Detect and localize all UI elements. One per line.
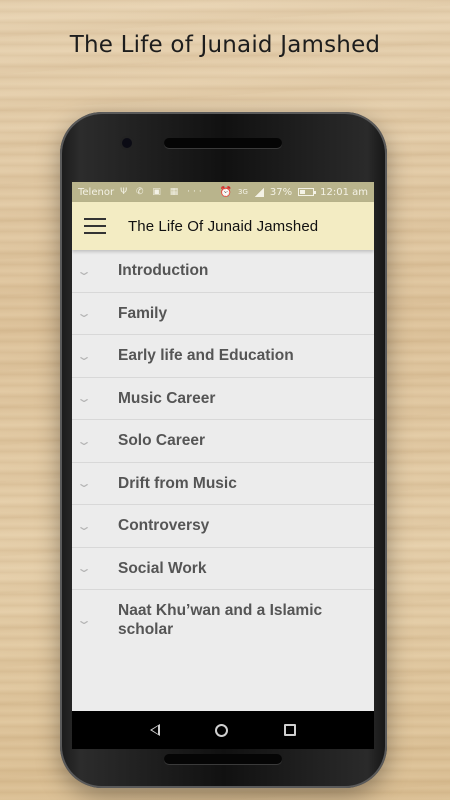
chevron-down-icon: ⌄: [76, 348, 93, 363]
app-toolbar: The Life Of Junaid Jamshed: [72, 202, 374, 250]
chevron-down-icon: ⌄: [76, 613, 93, 627]
earpiece-speaker: [164, 138, 282, 148]
list-item-label: Controversy: [118, 517, 210, 535]
list-item-label: Family: [118, 304, 168, 322]
system-nav-bar: [72, 711, 374, 749]
chevron-down-icon: ⌄: [76, 561, 93, 576]
battery-icon: [298, 188, 317, 196]
back-icon[interactable]: [149, 724, 160, 736]
list-item-solo-career[interactable]: ⌄ Solo Career: [72, 420, 374, 463]
battery-percent: 37%: [269, 186, 293, 198]
chevron-down-icon: ⌄: [76, 263, 93, 278]
list-item-naat-khuwan[interactable]: ⌄ Naat Khu’wan and a Islamic scholar: [72, 590, 374, 650]
list-item-music-career[interactable]: ⌄ Music Career: [72, 378, 374, 420]
home-icon[interactable]: [215, 723, 229, 737]
list-item-label: Music Career: [118, 389, 216, 407]
list-item-early-life[interactable]: ⌄ Early life and Education: [72, 335, 374, 378]
list-item-label: Early life and Education: [118, 347, 294, 365]
list-item-label: Solo Career: [118, 432, 206, 450]
chevron-down-icon: ⌄: [76, 306, 93, 321]
chevron-down-icon: ⌄: [76, 433, 93, 448]
alarm-icon: ⏰: [219, 186, 232, 198]
clock: 12:01 am: [320, 186, 368, 198]
promo-headline: The Life of Junaid Jamshed: [69, 32, 381, 58]
chevron-down-icon: ⌄: [76, 476, 93, 491]
status-right-group: ⏰ 3G 37% 12:01 am: [220, 187, 368, 198]
recents-icon[interactable]: [284, 724, 297, 736]
status-bar: Telenor Ψ ✆ ▣ ▦ ··· ⏰ 3G 37% 12:01 am: [72, 182, 374, 202]
chapter-list: ⌄ Introduction ⌄ Family ⌄ Early life and…: [72, 250, 374, 720]
list-item-social-work[interactable]: ⌄ Social Work: [72, 548, 374, 590]
list-item-label: Social Work: [118, 559, 207, 577]
chevron-down-icon: ⌄: [76, 518, 93, 533]
bottom-speaker: [164, 754, 282, 764]
list-item-family[interactable]: ⌄ Family: [72, 293, 374, 335]
notification-icons: Ψ ✆ ▣ ▦ ···: [120, 187, 205, 197]
chevron-down-icon: ⌄: [76, 391, 93, 406]
list-item-label: Naat Khu’wan and a Islamic scholar: [118, 602, 323, 638]
list-item-controversy[interactable]: ⌄ Controversy: [72, 505, 374, 548]
front-camera-icon: [122, 138, 132, 148]
toolbar-title: The Life Of Junaid Jamshed: [128, 217, 319, 235]
list-item-introduction[interactable]: ⌄ Introduction: [72, 250, 374, 293]
phone-frame: Telenor Ψ ✆ ▣ ▦ ··· ⏰ 3G 37% 12:01 am Th…: [60, 112, 387, 788]
phone-screen: Telenor Ψ ✆ ▣ ▦ ··· ⏰ 3G 37% 12:01 am Th…: [72, 182, 374, 749]
network-type: 3G: [238, 188, 248, 196]
list-item-label: Introduction: [118, 262, 209, 280]
carrier-name: Telenor: [78, 186, 115, 198]
hamburger-menu-icon[interactable]: [84, 218, 106, 234]
list-item-drift-from-music[interactable]: ⌄ Drift from Music: [72, 463, 374, 505]
signal-icon: [253, 187, 264, 197]
list-item-label: Drift from Music: [118, 474, 237, 492]
